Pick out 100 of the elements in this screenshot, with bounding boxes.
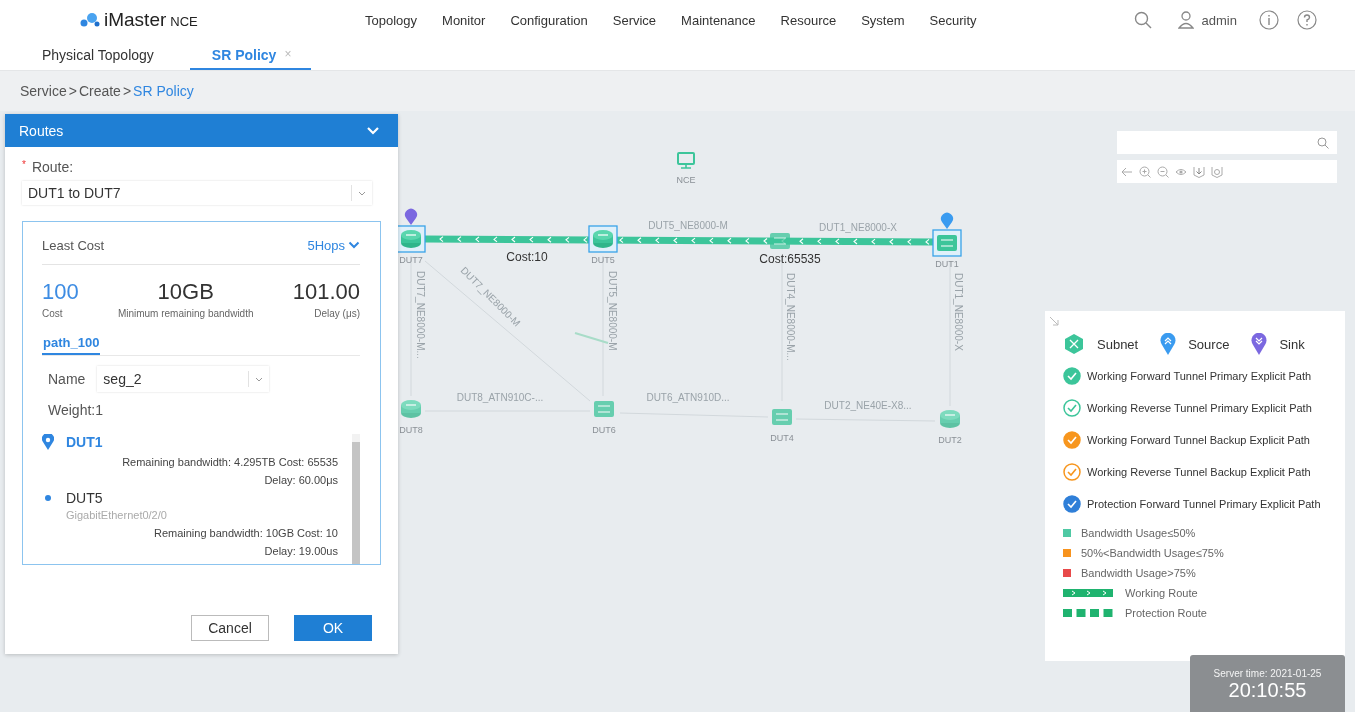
caret-icon — [255, 376, 264, 382]
menu-item[interactable]: Security — [929, 12, 977, 28]
interface-name: GigabitEthernet0/2/0 — [66, 509, 168, 521]
scrollbar-thumb[interactable] — [352, 442, 360, 564]
required-mark: * — [22, 159, 26, 172]
node-label: DUT1 — [935, 259, 959, 269]
route-sample-icon — [1063, 589, 1113, 597]
path-tab[interactable]: path_100 — [42, 331, 101, 355]
menu-item[interactable]: Maintenance — [681, 12, 756, 28]
hop-detail: Remaining bandwidth: 10GB Cost: 10 — [152, 527, 338, 539]
server-clock: 20:10:55 — [1228, 679, 1307, 702]
name-select[interactable]: seg_2 — [97, 366, 270, 392]
hop-name: DUT1 — [66, 434, 103, 450]
pin-icon — [42, 434, 54, 450]
breadcrumb-item[interactable]: Service — [20, 83, 67, 99]
card-title: Least Cost — [42, 237, 105, 253]
metric-label: Cost — [42, 308, 63, 319]
link-label: DUT1_NE8000-X — [819, 222, 897, 233]
router-icon[interactable] — [588, 225, 618, 253]
legend-label: Protection Route — [1125, 607, 1207, 619]
search-icon[interactable] — [1317, 136, 1329, 149]
metric-label: Delay (μs) — [314, 308, 360, 319]
legend-label: Working Forward Tunnel Primary Explicit Path — [1087, 370, 1312, 382]
router-icon[interactable] — [940, 410, 960, 428]
link-label: DUT8_ATN910C-... — [456, 392, 544, 403]
chevron-down-icon[interactable] — [366, 125, 380, 136]
link-label: DUT5_NE8000-M — [607, 271, 618, 351]
link-label: DUT4_NE8000-M... — [785, 273, 796, 361]
hop-name: DUT5 — [66, 490, 103, 506]
panel-header[interactable]: Routes — [5, 114, 398, 147]
switch-icon[interactable] — [772, 409, 792, 425]
dialog-button[interactable]: Cancel — [191, 615, 269, 641]
back-arrow-icon[interactable] — [1121, 165, 1133, 178]
link-label: DUT6_ATN910D... — [646, 392, 730, 403]
field-label: Route: — [31, 159, 74, 175]
user-name[interactable]: admin — [1201, 12, 1237, 28]
field-label: Name — [48, 371, 86, 387]
legend-label: Bandwidth Usage≤50% — [1081, 527, 1196, 539]
zoom-in-icon[interactable] — [1139, 165, 1151, 178]
legend-label: Working Reverse Tunnel Primary Explicit Path — [1087, 402, 1312, 414]
zoom-out-icon[interactable] — [1157, 165, 1169, 178]
menu-item[interactable]: Service — [612, 12, 657, 28]
router-icon[interactable] — [401, 400, 421, 418]
logo-icon — [80, 12, 100, 28]
search-icon[interactable] — [1133, 11, 1152, 29]
link-label: DUT2_NE40E-X8... — [824, 400, 912, 411]
route-select[interactable]: DUT1 to DUT7 — [22, 181, 372, 205]
menu-item[interactable]: Monitor — [442, 12, 486, 28]
menu-item[interactable]: Topology — [365, 12, 418, 28]
node-label: NCE — [676, 175, 696, 185]
legend-label: Working Forward Tunnel Backup Explicit Path — [1087, 434, 1310, 446]
legend-label: Working Route — [1125, 587, 1198, 599]
page-tab[interactable]: Physical Topology — [20, 40, 176, 70]
metric-value: 101.00 — [292, 279, 360, 305]
logo-text: iMaster — [104, 9, 167, 31]
breadcrumb-separator: > — [122, 83, 132, 99]
metric-value: 100 — [42, 279, 79, 305]
legend-label: 50%<Bandwidth Usage≤75% — [1081, 547, 1224, 559]
user-icon[interactable] — [1177, 11, 1194, 29]
legend-label: Working Reverse Tunnel Backup Explicit Path — [1087, 466, 1311, 478]
link-label: DUT7_NE8000-M... — [415, 271, 426, 359]
legend-label: Sink — [1279, 336, 1305, 352]
search-field[interactable] — [1117, 131, 1337, 154]
router-icon[interactable] — [396, 225, 426, 253]
legend-label: Subnet — [1097, 336, 1139, 352]
refresh-icon[interactable] — [1211, 165, 1223, 178]
menu-item[interactable]: System — [861, 12, 905, 28]
hop-detail: Remaining bandwidth: 4.295TB Cost: 65535 — [121, 456, 338, 468]
hops-link[interactable]: 5Hops — [307, 237, 360, 253]
switch-icon[interactable] — [932, 229, 962, 257]
dot-icon — [45, 495, 51, 501]
hop-detail: Delay: 60.00μs — [263, 474, 338, 486]
link-line — [574, 332, 609, 344]
chevron-down-icon — [348, 241, 360, 249]
up-pin-icon — [1160, 333, 1177, 355]
legend-label: Source — [1188, 336, 1230, 352]
node-label: DUT7 — [399, 255, 423, 265]
dialog-button[interactable]: OK — [294, 615, 372, 641]
help-icon[interactable] — [1297, 10, 1317, 30]
info-icon[interactable] — [1259, 10, 1279, 30]
switch-icon[interactable] — [770, 233, 790, 249]
cost-label: Cost:65535 — [759, 252, 821, 266]
link-label: DUT1_NE8000-X — [953, 273, 964, 351]
server-date: Server time: 2021-01-25 — [1213, 668, 1322, 679]
node-label: DUT4 — [770, 433, 794, 443]
weight-text: Weight:1 — [48, 402, 104, 418]
node-label: DUT2 — [938, 435, 962, 445]
route-sample-icon — [1063, 609, 1113, 617]
download-icon[interactable] — [1193, 165, 1205, 178]
down-pin-icon — [1251, 333, 1268, 355]
breadcrumb-item[interactable]: Create — [78, 83, 121, 99]
switch-icon[interactable] — [594, 401, 614, 417]
hexagon-icon — [1063, 333, 1085, 355]
monitor-icon[interactable] — [677, 152, 695, 169]
menu-item[interactable]: Resource — [780, 12, 837, 28]
hop-detail: Delay: 19.00us — [263, 545, 338, 557]
collapse-arrow-icon[interactable] — [1049, 316, 1059, 326]
legend-label: Protection Forward Tunnel Primary Explicit Path — [1087, 498, 1321, 510]
breadcrumb-separator: > — [68, 83, 77, 99]
menu-item[interactable]: Configuration — [510, 12, 588, 28]
